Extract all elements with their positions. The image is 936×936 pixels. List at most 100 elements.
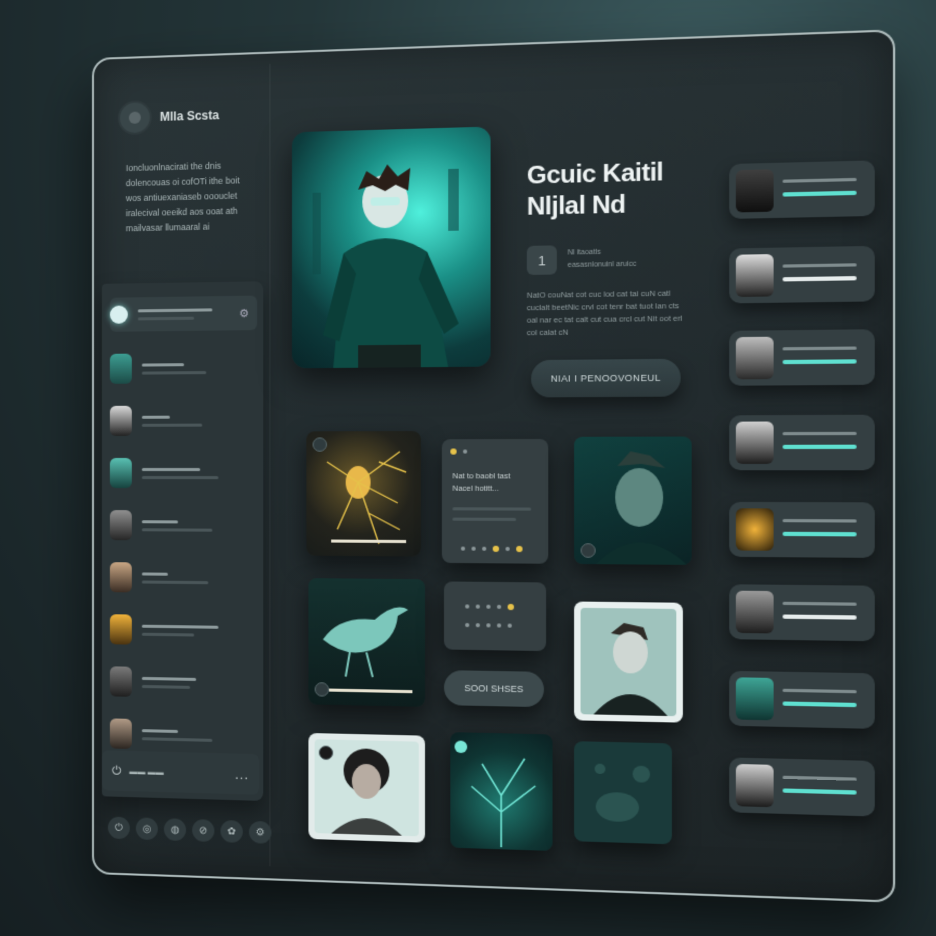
list-item[interactable] xyxy=(109,403,257,438)
line xyxy=(782,177,857,183)
thumbnail xyxy=(735,421,774,464)
pagination-dots[interactable] xyxy=(460,545,523,553)
list-item-active[interactable]: ⚙ xyxy=(109,295,258,332)
footer-icon-bar: ⏻ ◎ ◍ ⊘ ✿ ⚙ xyxy=(107,816,272,844)
list-item[interactable] xyxy=(109,508,257,543)
link-icon[interactable]: ⊘ xyxy=(192,819,215,842)
thumbnail xyxy=(735,763,774,808)
list-item[interactable] xyxy=(109,350,257,386)
list-item-lines xyxy=(141,676,197,689)
progress-bar xyxy=(782,444,857,450)
thumbnail-curly-portrait[interactable] xyxy=(308,732,426,843)
right-card[interactable] xyxy=(729,329,875,386)
meta-line: easasnlonuinl aruicc xyxy=(567,260,637,270)
progress-bar xyxy=(782,701,857,708)
right-card[interactable] xyxy=(729,501,875,558)
meta-line: Nl itaoatls xyxy=(567,248,601,257)
episode-number: 1 xyxy=(526,245,557,275)
cta-button[interactable]: NIAI I PENOOVONEUL xyxy=(531,358,681,398)
thumbnail-portrait-framed[interactable] xyxy=(574,601,683,723)
gear-icon[interactable]: ⚙ xyxy=(239,306,249,319)
thumbnail-portrait-teal[interactable] xyxy=(574,436,692,565)
hero-title-line: Nljlal Nd xyxy=(526,190,626,221)
list-item[interactable] xyxy=(109,612,257,648)
sidebar-footer: ⏻ ▬▬ ▬▬ ... xyxy=(101,750,260,795)
list-item-lines xyxy=(141,362,207,375)
thumbnail-creature[interactable] xyxy=(574,741,672,845)
hero-title: Gcuic Kaitil Nljlal Nd xyxy=(527,157,663,223)
line xyxy=(782,263,857,268)
episode-meta: Nl itaoatls easasnlonuinl aruicc xyxy=(568,246,637,272)
thumbnail xyxy=(735,508,774,551)
dots-row-1 xyxy=(465,603,515,611)
badge-icon xyxy=(454,740,468,754)
progress-bar xyxy=(782,276,857,282)
list-item-lines xyxy=(141,415,203,427)
thumbnail-lightning-egg[interactable] xyxy=(306,431,421,557)
card-text-line: Nacel hotitt... xyxy=(452,483,499,493)
list-item[interactable] xyxy=(109,664,257,701)
thumbnail xyxy=(109,353,132,384)
power-icon[interactable]: ⏻ xyxy=(107,816,130,840)
list-item-lines xyxy=(141,728,213,742)
avatar[interactable] xyxy=(119,102,150,134)
list-item[interactable] xyxy=(109,560,257,596)
more-icon[interactable]: ... xyxy=(235,766,249,782)
progress-bar xyxy=(782,190,857,197)
card-text: Nat to baobl tast Nacel hotitt... xyxy=(452,470,510,495)
line xyxy=(782,775,857,781)
progress-bar xyxy=(782,531,857,537)
power-icon[interactable]: ⏻ xyxy=(112,763,121,778)
right-card[interactable] xyxy=(729,160,875,219)
footer-label: ▬▬ ▬▬ xyxy=(129,766,164,777)
hero-title-line: Gcuic Kaitil xyxy=(526,158,664,190)
gear-icon[interactable]: ⚙ xyxy=(248,820,272,844)
list-item-lines xyxy=(141,519,213,532)
line xyxy=(782,688,857,694)
card-text-line: Nat to baobl tast xyxy=(452,471,511,481)
sidebar: Mlla Scsta Ioncluonlnacirati the dnis do… xyxy=(101,63,272,867)
thumbnail xyxy=(109,405,132,436)
profile-name: Mlla Scsta xyxy=(159,108,220,124)
list-item[interactable] xyxy=(109,716,257,754)
thumbnail xyxy=(109,614,132,645)
globe-icon[interactable]: ◎ xyxy=(135,817,158,841)
thumbnail xyxy=(109,510,132,541)
line xyxy=(782,346,857,351)
right-card[interactable] xyxy=(729,245,875,304)
progress-bar xyxy=(782,614,857,620)
list-item-lines xyxy=(141,571,209,584)
right-card[interactable] xyxy=(729,670,875,729)
badge-icon xyxy=(318,745,334,761)
text-card[interactable]: Nat to baobl tast Nacel hotitt... xyxy=(441,438,549,564)
thumbnail xyxy=(735,254,774,297)
leaf-icon[interactable]: ✿ xyxy=(220,819,243,843)
right-card[interactable] xyxy=(729,414,875,471)
hero-description: NatO couNat cot cuc lod cat tai cuN catl… xyxy=(526,288,683,338)
hero-character-image[interactable] xyxy=(291,126,491,369)
list-item[interactable] xyxy=(109,456,257,490)
list-item-lines xyxy=(141,467,219,479)
list-item-lines xyxy=(137,307,213,320)
thumbnail-bird[interactable] xyxy=(308,578,426,707)
dots-card[interactable] xyxy=(443,581,547,652)
thumbnail-tree[interactable] xyxy=(450,732,553,851)
badge-icon xyxy=(580,543,596,558)
thumbnail xyxy=(109,718,132,749)
thumbnail xyxy=(735,677,774,721)
profile[interactable]: Mlla Scsta xyxy=(119,100,220,134)
thumbnail xyxy=(735,336,774,380)
right-card[interactable] xyxy=(729,584,875,642)
conversation-list: ⚙ xyxy=(101,281,264,801)
app-window: Mlla Scsta Ioncluonlnacirati the dnis do… xyxy=(92,29,896,903)
progress-bar xyxy=(782,359,857,365)
line xyxy=(782,519,857,523)
chat-icon[interactable]: ◍ xyxy=(163,818,187,842)
intro-line: dolencouas oi cofOTi ithe boit xyxy=(125,175,240,189)
secondary-button[interactable]: SOOI SHSES xyxy=(443,670,544,708)
right-card[interactable] xyxy=(729,757,875,817)
intro-line: mailvasar llumaaral ai xyxy=(125,221,210,234)
badge-icon xyxy=(314,682,330,697)
line xyxy=(782,601,857,606)
thumbnail xyxy=(735,169,774,213)
